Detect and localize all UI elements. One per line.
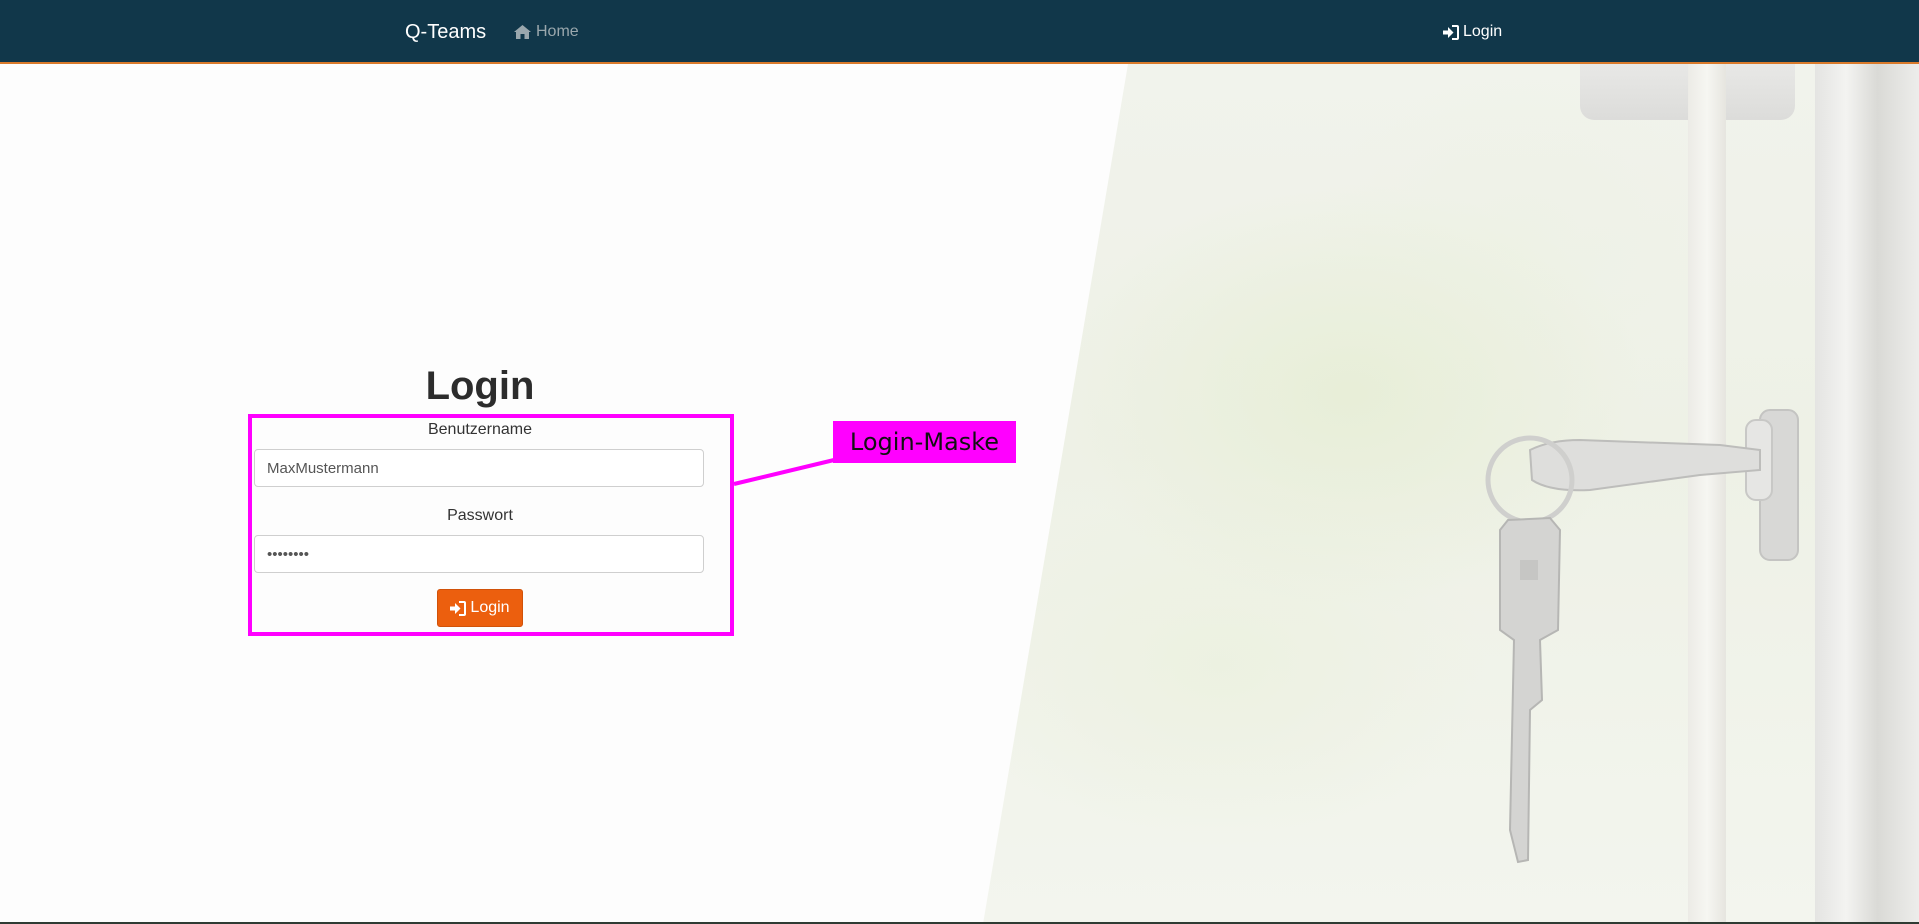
login-submit-button[interactable]: Login [437, 589, 523, 627]
annotation-label: Login-Maske [833, 421, 1016, 463]
nav-home-link[interactable]: Home [514, 22, 579, 42]
login-submit-label: Login [470, 599, 510, 616]
login-page: Q-Teams Home Login Login Benutzername Pa… [0, 0, 1919, 924]
top-navbar: Q-Teams Home Login [0, 0, 1919, 64]
sign-in-icon [450, 600, 467, 616]
username-label: Benutzername [427, 421, 533, 438]
page-title: Login [425, 364, 535, 408]
username-field[interactable] [254, 449, 704, 487]
brand-link[interactable]: Q-Teams [405, 19, 486, 45]
key-in-lock-image [1485, 409, 1799, 864]
password-label: Passwort [447, 507, 513, 524]
sign-in-icon [1443, 24, 1459, 40]
nav-login-link[interactable]: Login [1443, 22, 1502, 42]
nav-login-label: Login [1463, 23, 1503, 40]
nav-home-label: Home [536, 23, 579, 40]
password-field[interactable] [254, 535, 704, 573]
home-icon [514, 25, 531, 39]
